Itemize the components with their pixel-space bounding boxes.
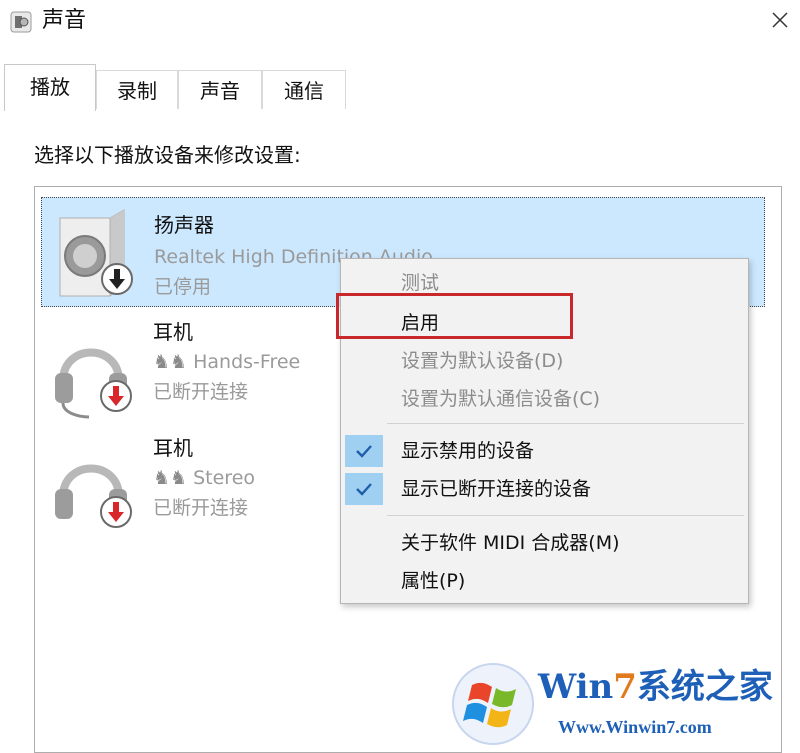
device-status: 已停用: [154, 276, 212, 298]
tab-sounds[interactable]: 声音: [178, 70, 262, 110]
tab-label: 声音: [200, 79, 240, 103]
tab-label: 播放: [30, 75, 70, 99]
menu-item-midi-about[interactable]: 关于软件 MIDI 合成器(M): [341, 525, 748, 561]
watermark: Win7系统之家 Www.Winwin7.com: [440, 655, 800, 753]
device-subtitle-row: ♞♞ Hands-Free: [153, 349, 300, 375]
speaker-icon: [10, 11, 32, 33]
checkmark-icon: [345, 473, 383, 505]
tab-label: 通信: [284, 79, 324, 103]
title-bar: 声音: [0, 0, 800, 44]
device-status: 已断开连接: [153, 497, 249, 519]
watermark-url: Www.Winwin7.com: [558, 717, 712, 737]
close-icon: [772, 12, 788, 28]
device-subtitle-row: ♞♞ Stereo: [153, 465, 255, 491]
menu-item-properties[interactable]: 属性(P): [341, 563, 748, 599]
bluetooth-device-icon: ♞♞: [153, 351, 194, 373]
watermark-title: Win7系统之家: [538, 667, 773, 707]
disconnected-arrow-icon: [100, 380, 132, 412]
window-title: 声音: [42, 8, 87, 33]
bluetooth-device-icon: ♞♞: [153, 467, 194, 489]
device-subtitle: Hands-Free: [193, 351, 301, 373]
tab-strip: 播放 录制 声音 通信: [0, 64, 800, 111]
menu-separator: [387, 515, 744, 516]
menu-item-label: 显示禁用的设备: [401, 440, 535, 462]
instruction-text: 选择以下播放设备来修改设置:: [34, 143, 301, 167]
menu-item-set-default[interactable]: 设置为默认设备(D): [341, 343, 748, 379]
tab-playback[interactable]: 播放: [4, 64, 96, 111]
menu-item-label: 显示已断开连接的设备: [401, 478, 592, 500]
tab-label: 录制: [117, 79, 157, 103]
menu-item-show-disabled[interactable]: 显示禁用的设备: [341, 433, 748, 469]
device-name: 耳机: [153, 436, 193, 460]
device-name: 耳机: [153, 320, 193, 344]
tab-communications[interactable]: 通信: [262, 70, 346, 110]
device-subtitle: Stereo: [193, 467, 256, 489]
checkmark-icon: [345, 435, 383, 467]
close-button[interactable]: [760, 0, 800, 40]
windows-logo-icon: [452, 663, 534, 745]
device-status: 已断开连接: [153, 381, 249, 403]
disabled-arrow-icon: [101, 263, 133, 295]
menu-item-set-default-comm[interactable]: 设置为默认通信设备(C): [341, 381, 748, 417]
menu-separator: [387, 423, 744, 424]
tab-recording[interactable]: 录制: [96, 70, 178, 110]
disconnected-arrow-icon: [100, 496, 132, 528]
device-name: 扬声器: [154, 213, 214, 237]
menu-item-show-disconnected[interactable]: 显示已断开连接的设备: [341, 471, 748, 507]
highlight-annotation: [336, 293, 573, 339]
